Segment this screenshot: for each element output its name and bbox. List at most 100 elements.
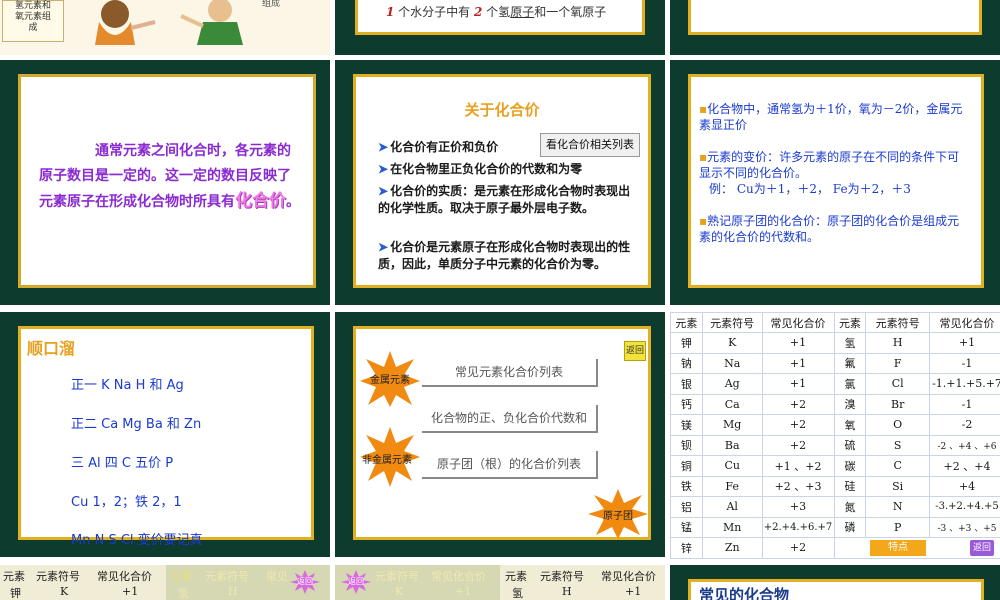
slide-thumb-10[interactable]: 元素 元素符号 常见化合价 钾 K +1 元素 元素符号 常见 氢 H 返回	[0, 565, 330, 600]
slide-content: 常见的化合物	[688, 579, 984, 600]
bullet-text: 在化合物里正负化合价的代数和为零	[390, 162, 583, 176]
square-bullet-icon: ▪	[699, 102, 708, 116]
bullet-item: ➤ 化合价的实质：是元素在形成化合物时表现出的化学性质。取决于原子最外层电子数。	[378, 183, 640, 217]
table-row: 银 Ag +1 氯 Cl -1.+1.+5.+7	[670, 373, 1000, 395]
bullet-example: 例： Cu为＋1，＋2， Fe为＋2，＋3	[709, 182, 911, 196]
bullet-item: ➤ 化合价有正价和负价	[378, 139, 538, 155]
table-row: 镁 Mg +2 氧 O -2	[670, 414, 1000, 436]
cell: +2	[761, 393, 835, 415]
slide-thumb-2[interactable]: 1 个水分子中有 2 个氢原子和一个氧原子	[335, 0, 665, 55]
header-cell: 元素符号	[36, 570, 80, 583]
bullet-text: 化合价有正价和负价	[390, 140, 499, 154]
header-cell: 常见化合价	[928, 312, 1000, 333]
header-cell: 元素	[3, 570, 25, 583]
header-cell: 元素符号	[540, 570, 584, 583]
back-label: 返回	[297, 577, 313, 586]
slide-content: 通常元素之间化合时，各元素的原子数目是一定的。这一定的数目反映了元素原子在形成化…	[18, 74, 316, 288]
cell: 银	[670, 373, 703, 395]
rhyme-line: 正二 Ca Mg Ba 和 Zn	[71, 417, 202, 432]
text: 。	[286, 194, 300, 210]
cell: Br	[865, 393, 930, 415]
cell: +3	[761, 496, 835, 518]
slide-content: 返回 金属元素 非金属元素 原子团 常见元素化合价列表 化合物的正、负化合价代数…	[353, 326, 651, 540]
view-list-button[interactable]: 看化合价相关列表	[540, 133, 640, 157]
slide-content: 关于化合价 看化合价相关列表 ➤ 化合价有正价和负价 ➤ 在化合物里正负化合价的代数…	[353, 74, 651, 288]
cell: K	[701, 332, 763, 354]
header-cell-faded: 常见化合价	[431, 570, 486, 583]
slide-thumb-5[interactable]: 关于化合价 看化合价相关列表 ➤ 化合价有正价和负价 ➤ 在化合物里正负化合价的代数…	[335, 60, 665, 305]
back-button[interactable]: 返回	[624, 341, 646, 361]
slide-thumb-3[interactable]	[670, 0, 1000, 55]
cartoon-teacher-illustration	[95, 0, 243, 45]
back-button[interactable]: 返回	[970, 540, 994, 556]
rhyme-line: Cu 1，2；铁 2，1	[71, 495, 182, 510]
cell: 碳	[833, 455, 867, 477]
cell: 铁	[670, 475, 703, 497]
slide-thumb-7[interactable]: 顺口溜 正一 K Na H 和 Ag 正二 Ca Mg Ba 和 Zn 三 Al…	[0, 312, 330, 557]
slide-content: 1 个水分子中有 2 个氢原子和一个氧原子	[355, 0, 645, 35]
table-row: 锌 Zn +2	[670, 537, 1000, 559]
text: 原子	[510, 5, 535, 19]
cell: K	[60, 585, 69, 598]
header-cell-faded: 元素符号	[205, 570, 249, 583]
square-bullet-icon: ▪	[699, 150, 708, 164]
text: 个氢	[482, 5, 511, 19]
cell: +1	[928, 332, 1000, 354]
cell: N	[865, 496, 930, 518]
cell: 铝	[670, 496, 703, 518]
bullet-text: 化合价的实质：是元素在形成化合物时表现出的化学性质。取决于原子最外层电子数。	[378, 184, 631, 215]
header-cell: 元素符号	[701, 312, 763, 333]
cell: -3.+2.+4.+5	[928, 496, 1000, 518]
slide-thumb-4[interactable]: 通常元素之间化合时，各元素的原子数目是一定的。这一定的数目反映了元素原子在形成化…	[0, 60, 330, 305]
cell: Mn	[701, 516, 763, 538]
back-sun-button[interactable]: 返回	[290, 570, 320, 594]
cell: +2	[761, 537, 835, 559]
back-sun-button[interactable]: 返回	[341, 570, 371, 594]
water-molecule-text: 1 个水分子中有 2 个氢原子和一个氧原子	[386, 3, 606, 20]
menu-item-algebraic-sum[interactable]: 化合物的正、负化合价代数和	[422, 405, 598, 433]
cell: 氢	[512, 587, 523, 600]
header-cell: 元素符号	[865, 312, 930, 333]
cell: -3 、+3 、+5	[928, 516, 1000, 538]
cell: +1 、+2	[761, 455, 835, 477]
slide-thumb-12[interactable]: 常见的化合物	[670, 565, 1000, 600]
feature-button[interactable]: 特点	[870, 540, 926, 556]
menu-item-radical-list[interactable]: 原子团（根）的化合价列表	[422, 451, 598, 479]
star-label-metal[interactable]: 金属元素	[358, 371, 422, 386]
slide-thumb-11[interactable]: 返回 元素符号 常见化合价 K +1 元素 元素符号 常见化合价 氢 H +1	[335, 565, 665, 600]
cell: 锰	[670, 516, 703, 538]
slide-title: 顺口溜	[27, 339, 76, 358]
cell: F	[865, 352, 930, 374]
table-header-row: 元素 元素符号 常见化合价 元素 元素符号 常见化合价	[670, 312, 1000, 333]
cell: 锌	[670, 537, 703, 559]
slide-content: ▪化合物中，通常氢为＋1价，氧为－2价，金属元素显正价 ▪元素的变价：许多元素的…	[688, 74, 984, 288]
arrow-bullet-icon: ➤	[378, 162, 389, 176]
bullet-text: 化合价是元素原子在形成化合物时表现出的性质，因此，单质分子中元素的化合价为零。	[378, 240, 631, 271]
bullet-item: ➤ 在化合物里正负化合价的代数和为零	[378, 161, 648, 177]
slide-thumb-1[interactable]: 氢元素和 氧元素组 成 组成	[0, 0, 330, 55]
slide-thumb-6[interactable]: ▪化合物中，通常氢为＋1价，氧为－2价，金属元素显正价 ▪元素的变价：许多元素的…	[670, 60, 1000, 305]
header-cell: 元素	[505, 570, 527, 583]
slide-thumb-8[interactable]: 返回 金属元素 非金属元素 原子团 常见元素化合价列表 化合物的正、负化合价代数…	[335, 312, 665, 557]
bullet-text: 熟记原子团的化合价：原子团的化合价是组成元素的化合价的代数和。	[699, 214, 960, 244]
cell: +1	[761, 373, 835, 395]
square-bullet-icon: ▪	[699, 214, 708, 228]
star-label-nonmetal[interactable]: 非金属元素	[350, 451, 424, 466]
table-row: 钾 K +1 氢 H +1	[670, 332, 1000, 354]
cell: 硫	[833, 434, 867, 456]
cell: 溴	[833, 393, 867, 415]
menu-item-element-list[interactable]: 常见元素化合价列表	[422, 359, 598, 387]
cell: Na	[701, 352, 763, 374]
star-label-group[interactable]: 原子团	[588, 507, 648, 522]
slide-thumb-9[interactable]: 元素 元素符号 常见化合价 元素 元素符号 常见化合价 钾 K +1 氢 H +1 钠 Na…	[670, 312, 1000, 560]
table-row: 铁 Fe +2 、+3 硅 Si +4	[670, 475, 1000, 497]
rhyme-line: 三 Al 四 C 五价 P	[71, 456, 174, 471]
cell: +2	[761, 434, 835, 456]
slide-paragraph: 通常元素之间化合时，各元素的原子数目是一定的。这一定的数目反映了元素原子在形成化…	[39, 139, 301, 215]
cell: +2 、+3	[761, 475, 835, 497]
cell: 氟	[833, 352, 867, 374]
header-cell: 常见化合价	[97, 570, 152, 583]
cell: H	[865, 332, 930, 354]
cell: -1	[928, 393, 1000, 415]
header-cell-faded: 常见	[266, 570, 288, 583]
